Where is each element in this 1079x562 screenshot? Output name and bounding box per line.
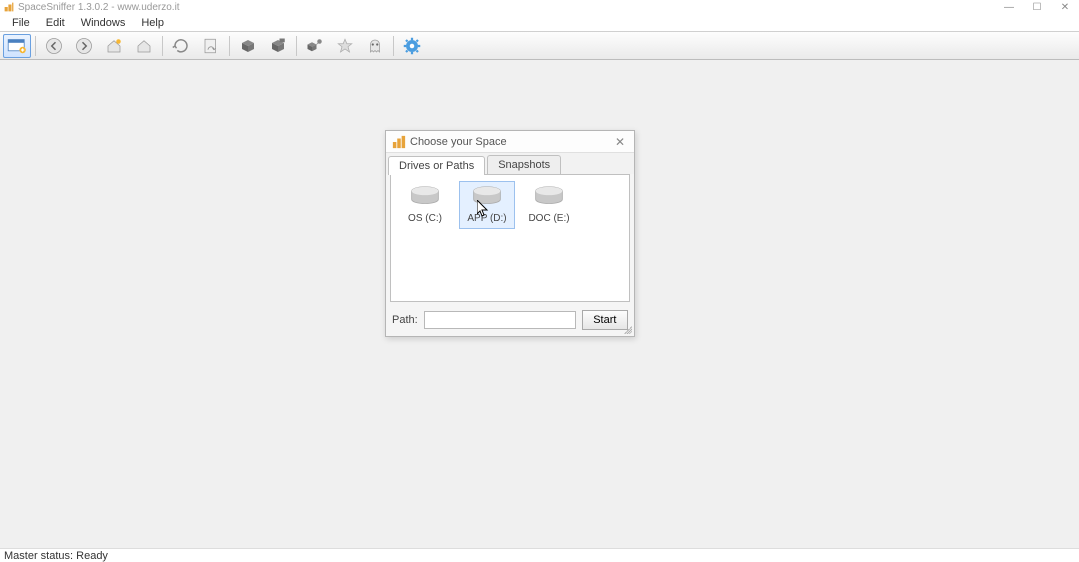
toolbar-sep	[162, 36, 163, 56]
dialog-titlebar[interactable]: Choose your Space ✕	[386, 131, 634, 153]
status-text: Master status: Ready	[4, 550, 108, 562]
app-icon	[4, 2, 14, 12]
home-icon	[135, 37, 153, 55]
box2-button[interactable]	[264, 34, 292, 58]
refresh-icon	[172, 37, 190, 55]
forward-button[interactable]	[70, 34, 98, 58]
home-pin-button[interactable]	[100, 34, 128, 58]
box-stack-icon	[269, 37, 287, 55]
window-controls: — ☐ ✕	[995, 0, 1079, 14]
close-button[interactable]: ✕	[1051, 0, 1079, 14]
drive-label: OS (C:)	[400, 213, 450, 224]
dialog-footer: Path: Start	[386, 306, 634, 336]
menu-help[interactable]: Help	[133, 15, 172, 31]
menu-windows[interactable]: Windows	[73, 15, 134, 31]
toolbar-sep	[296, 36, 297, 56]
ghost-button[interactable]	[361, 34, 389, 58]
resize-grip[interactable]	[622, 324, 632, 334]
drive-e[interactable]: DOC (E:)	[521, 181, 577, 229]
minimize-button[interactable]: —	[995, 0, 1023, 14]
ghost-icon	[366, 37, 384, 55]
statusbar: Master status: Ready	[0, 548, 1079, 562]
dialog-tabs: Drives or Paths Snapshots	[386, 153, 634, 174]
drive-label: DOC (E:)	[524, 213, 574, 224]
box3-button[interactable]	[301, 34, 329, 58]
menu-edit[interactable]: Edit	[38, 15, 73, 31]
star-icon	[336, 37, 354, 55]
tab-drives[interactable]: Drives or Paths	[388, 156, 485, 175]
settings-button[interactable]	[398, 34, 426, 58]
drive-c[interactable]: OS (C:)	[397, 181, 453, 229]
path-label: Path:	[392, 314, 418, 326]
toolbar-sep	[35, 36, 36, 56]
choose-space-dialog: Choose your Space ✕ Drives or Paths Snap…	[385, 130, 635, 337]
drive-icon	[532, 186, 566, 206]
menu-file[interactable]: File	[4, 15, 38, 31]
reload-icon	[202, 37, 220, 55]
dialog-icon	[392, 135, 406, 149]
toolbar-sep	[393, 36, 394, 56]
dialog-title: Choose your Space	[410, 136, 507, 148]
tab-snapshots[interactable]: Snapshots	[487, 155, 561, 174]
box-link-icon	[306, 37, 324, 55]
titlebar: SpaceSniffer 1.3.0.2 - www.uderzo.it — ☐…	[0, 0, 1079, 14]
gear-icon	[403, 37, 421, 55]
new-scan-button[interactable]	[3, 34, 31, 58]
refresh-button[interactable]	[167, 34, 195, 58]
home-pin-icon	[105, 37, 123, 55]
dialog-close-button[interactable]: ✕	[612, 134, 628, 150]
toolbar	[0, 32, 1079, 60]
back-button[interactable]	[40, 34, 68, 58]
reload-button[interactable]	[197, 34, 225, 58]
back-icon	[45, 37, 63, 55]
dialog-body: OS (C:) APP (D:) DOC (E:)	[390, 174, 630, 302]
maximize-button[interactable]: ☐	[1023, 0, 1051, 14]
drive-icon	[408, 186, 442, 206]
window-title: SpaceSniffer 1.3.0.2 - www.uderzo.it	[18, 2, 180, 13]
favorite-button[interactable]	[331, 34, 359, 58]
new-scan-icon	[7, 38, 27, 54]
forward-icon	[75, 37, 93, 55]
box1-button[interactable]	[234, 34, 262, 58]
drive-icon	[470, 186, 504, 206]
toolbar-sep	[229, 36, 230, 56]
home-button[interactable]	[130, 34, 158, 58]
path-input[interactable]	[424, 311, 576, 329]
box-icon	[239, 37, 257, 55]
drive-label: APP (D:)	[462, 213, 512, 224]
menubar: File Edit Windows Help	[0, 14, 1079, 32]
drive-d[interactable]: APP (D:)	[459, 181, 515, 229]
